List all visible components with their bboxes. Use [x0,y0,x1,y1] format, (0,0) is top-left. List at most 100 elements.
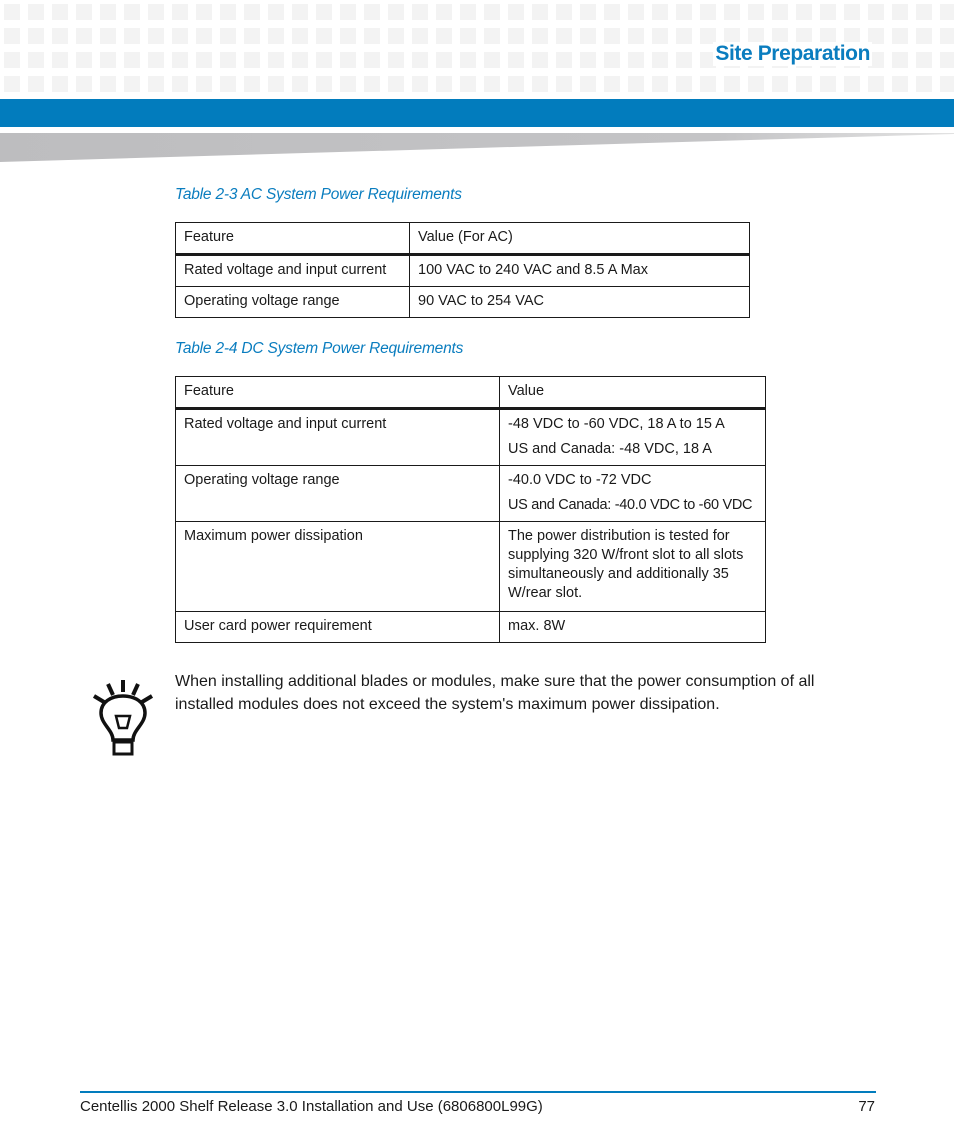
feature-cell: Rated voltage and input current [175,254,410,287]
header-pattern-square [892,28,908,44]
header-pattern-square [388,76,404,92]
header-pattern-square [652,4,668,20]
header-pattern-square [148,52,164,68]
header-pattern-square [340,76,356,92]
header-pattern-square [556,52,572,68]
footer-document-title: Centellis 2000 Shelf Release 3.0 Install… [80,1098,543,1115]
column-header: Value [499,376,766,410]
header-pattern-square [172,52,188,68]
table-row: Operating voltage range 90 VAC to 254 VA… [175,286,750,318]
header-pattern-square [220,28,236,44]
header-pattern-square [892,4,908,20]
header-pattern-square [532,28,548,44]
header-pattern-square [196,76,212,92]
header-pattern-square [892,76,908,92]
header-pattern-square [268,76,284,92]
header-pattern-square [4,28,20,44]
header-pattern-square [196,52,212,68]
header-pattern-square [676,52,692,68]
feature-cell: Operating voltage range [175,465,500,522]
header-pattern-square [100,76,116,92]
header-pattern-square [436,28,452,44]
ac-power-table: Feature Value (For AC) Rated voltage and… [175,222,750,318]
header-pattern-square [748,76,764,92]
header-pattern-square [940,4,954,20]
header-pattern-square [724,4,740,20]
header-pattern-square [916,4,932,20]
header-pattern-square [124,52,140,68]
header-pattern-square [460,76,476,92]
header-pattern-square [28,4,44,20]
lightbulb-icon [92,680,154,756]
header-pattern-square [748,4,764,20]
header-pattern-square [508,4,524,20]
header-pattern-square [892,52,908,68]
header-pattern-square [820,4,836,20]
header-pattern-square [796,76,812,92]
header-pattern-square [604,4,620,20]
table-row: Maximum power dissipation The power dist… [175,521,766,612]
header-pattern-square [916,52,932,68]
column-header: Feature [175,222,410,256]
header-pattern-square [940,28,954,44]
header-pattern-square [412,4,428,20]
header-pattern-square [460,4,476,20]
header-pattern-square [556,76,572,92]
header-pattern-square [100,28,116,44]
header-pattern-square [172,4,188,20]
header-pattern-square [580,52,596,68]
feature-cell: Operating voltage range [175,286,410,318]
value-line: US and Canada: -48 VDC, 18 A [508,441,712,457]
value-cell: max. 8W [499,611,766,643]
feature-cell: Rated voltage and input current [175,408,500,466]
header-pattern-square [220,4,236,20]
header-pattern-square [676,28,692,44]
header-pattern-square [76,28,92,44]
header-pattern-square [52,28,68,44]
header-pattern-square [76,4,92,20]
value-cell: The power distribution is tested for sup… [499,521,766,612]
header-pattern-square [388,28,404,44]
value-cell: 100 VAC to 240 VAC and 8.5 A Max [409,254,750,287]
header-pattern-square [268,4,284,20]
header-pattern-square [580,28,596,44]
header-pattern-square [220,52,236,68]
header-grey-wedge [0,133,954,162]
header-pattern-square [364,4,380,20]
header-pattern-square [148,76,164,92]
header-pattern-square [940,52,954,68]
header-pattern-square [796,4,812,20]
header-pattern-square [436,76,452,92]
value-line: US and Canada: -40.0 VDC to -60 VDC [508,497,753,513]
header-pattern-square [124,28,140,44]
header-pattern-square [652,28,668,44]
header-pattern-square [916,28,932,44]
header-pattern-square [556,28,572,44]
header-pattern-square [340,28,356,44]
header-pattern-square [76,52,92,68]
header-pattern-square [340,4,356,20]
header-pattern-square [652,76,668,92]
header-pattern-square [364,52,380,68]
header-pattern-square [388,52,404,68]
header-pattern-square [844,4,860,20]
header-pattern-square [28,28,44,44]
dc-power-table: Feature Value Rated voltage and input cu… [175,376,766,643]
header-pattern-square [292,52,308,68]
value-line: -48 VDC to -60 VDC, 18 A to 15 A [508,416,725,432]
header-pattern-square [196,28,212,44]
footer-rule [80,1091,876,1093]
header-pattern-square [916,76,932,92]
table-row: User card power requirement max. 8W [175,611,766,643]
header-pattern-square [820,76,836,92]
header-pattern-square [52,52,68,68]
header-pattern-square [532,4,548,20]
header-pattern-square [604,76,620,92]
header-pattern-square [772,76,788,92]
header-pattern-square [268,52,284,68]
header-pattern-square [556,4,572,20]
header-pattern-square [4,4,20,20]
header-pattern-square [244,52,260,68]
header-pattern-square [604,28,620,44]
header-pattern-square [676,4,692,20]
